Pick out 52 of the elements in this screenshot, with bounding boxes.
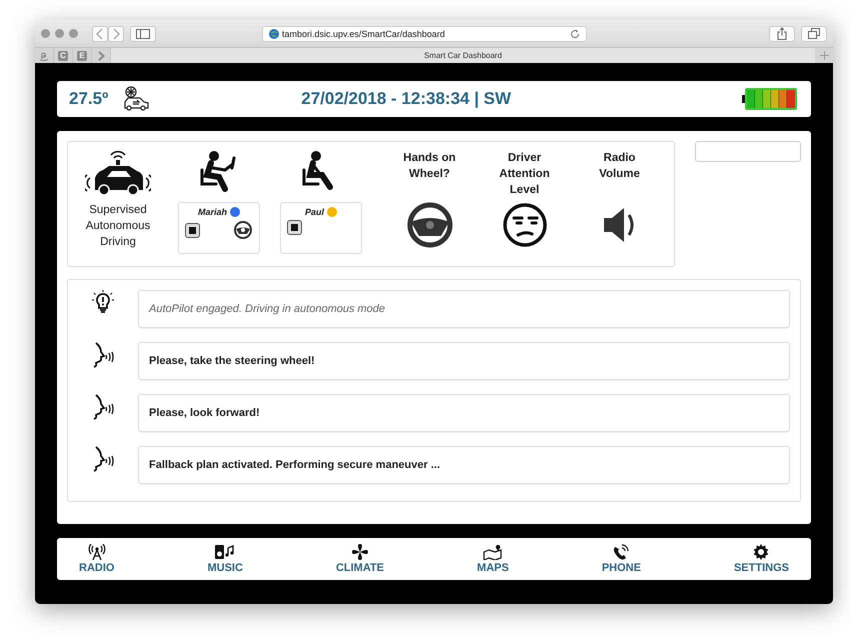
- settings-icon: [753, 544, 770, 560]
- lightbulb-icon: [92, 290, 114, 314]
- nav-button[interactable]: PHONE: [598, 538, 645, 580]
- speaking-head-icon: [92, 342, 114, 368]
- address-bar[interactable]: tambori.dsic.upv.es/SmartCar/dashboard: [262, 26, 587, 42]
- reload-icon[interactable]: [570, 28, 580, 38]
- indicator-label: Hands on Wheel?: [402, 151, 457, 182]
- indicator-label: Radio Volume: [598, 151, 641, 182]
- seat-sensor-icon: [287, 220, 302, 235]
- car-climate-icon: [122, 86, 150, 112]
- tabs-button[interactable]: [801, 26, 827, 42]
- speaking-head-icon: [92, 394, 114, 420]
- back-button[interactable]: [92, 26, 108, 42]
- back-icon: [96, 28, 104, 40]
- message-text: Please, take the steering wheel!: [149, 355, 315, 367]
- tabs-icon: [808, 28, 820, 39]
- forward-icon: [112, 28, 120, 40]
- speaking-head-icon: [92, 446, 114, 472]
- occupant-name: Paul: [304, 207, 324, 217]
- autonomous-car-icon: [85, 150, 151, 196]
- sidebar-icon: [136, 28, 150, 38]
- close-light-icon[interactable]: [41, 29, 50, 38]
- zoom-light-icon[interactable]: [69, 29, 78, 38]
- nav-button[interactable]: MUSIC: [203, 538, 247, 580]
- radio-tower-icon: [88, 544, 106, 560]
- nav-button[interactable]: MAPS: [473, 538, 513, 580]
- seat-sensor-icon: [185, 222, 200, 238]
- temperature: 27.5º: [69, 89, 108, 109]
- phone-icon: [612, 544, 630, 560]
- minimize-light-icon[interactable]: [55, 29, 64, 38]
- driving-mode-label: Supervised Autonomous Driving: [84, 203, 152, 250]
- sidebar-button[interactable]: [130, 26, 156, 42]
- nav-button[interactable]: CLIMATE: [332, 538, 388, 580]
- map-pin-icon: [482, 544, 503, 560]
- nav-button[interactable]: SETTINGS: [730, 538, 793, 580]
- message-text: Fallback plan activated. Performing secure maneuver ...: [149, 459, 440, 471]
- fan-icon: [350, 544, 369, 560]
- message-text: AutoPilot engaged. Driving in autonomous mode: [149, 303, 386, 315]
- music-player-icon: [214, 544, 236, 560]
- forward-button[interactable]: [108, 26, 124, 42]
- date-time: 27/02/2018 - 12:38:34 | SW: [300, 89, 512, 109]
- globe-icon: [269, 28, 279, 38]
- skeptical-face-icon: [502, 202, 548, 248]
- message-text: Please, look forward!: [149, 407, 260, 419]
- steering-wheel-icon: [406, 202, 452, 248]
- blank-field[interactable]: [695, 141, 801, 162]
- share-button[interactable]: [769, 26, 795, 42]
- occupant-name: Mariah: [198, 207, 227, 217]
- share-icon: [777, 27, 787, 40]
- indicator-label: Driver Attention Level: [498, 151, 551, 198]
- browser-tab[interactable]: Smart Car Dashboard: [111, 48, 815, 63]
- nav-button[interactable]: RADIO: [75, 538, 118, 580]
